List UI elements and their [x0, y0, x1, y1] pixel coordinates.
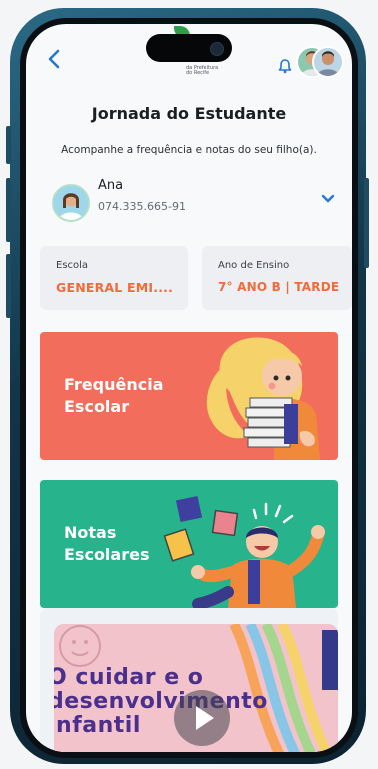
video-card[interactable]: O cuidar e o desenvolvimento infantil [40, 608, 338, 752]
chevron-down-icon[interactable] [320, 190, 336, 206]
grade-value: 7° ANO B | TARDE [218, 280, 340, 294]
student-selector[interactable]: Ana 074.335.665-91 [52, 174, 342, 228]
volume-button [6, 254, 11, 318]
camera-icon [210, 42, 224, 56]
student-name: Ana [98, 178, 124, 193]
student-avatar [52, 184, 90, 222]
attendance-label-line2: Escolar [64, 397, 130, 416]
video-thumbnail[interactable]: O cuidar e o desenvolvimento infantil [54, 624, 338, 752]
volume-button [6, 178, 11, 242]
power-button [364, 178, 369, 268]
avatar [312, 46, 344, 78]
attendance-label: Frequência Escolar [64, 374, 164, 418]
back-arrow-icon[interactable] [44, 48, 66, 70]
school-value: GENERAL EMI.... [56, 280, 174, 295]
grades-tile[interactable]: Notas Escolares [40, 480, 338, 608]
brand-line2: do Recife [186, 70, 210, 76]
grade-label: Ano de Ensino [218, 260, 290, 271]
student-id: 074.335.665-91 [98, 200, 186, 213]
grades-label-line1: Notas [64, 523, 117, 542]
attendance-label-line1: Frequência [64, 375, 164, 394]
brand-text: da Prefeitura do Recife [186, 66, 218, 76]
student-with-books-illustration [206, 337, 320, 460]
dynamic-island [146, 34, 232, 62]
top-bar: da Prefeitura do Recife [26, 24, 352, 88]
bell-icon[interactable] [278, 58, 292, 74]
app-screen: da Prefeitura do Recife Jornada do Estud… [26, 24, 352, 752]
student-cheering-illustration [163, 495, 325, 608]
volume-button [6, 126, 11, 164]
attendance-tile[interactable]: Frequência Escolar [40, 332, 338, 460]
phone-bezel: da Prefeitura do Recife Jornada do Estud… [20, 18, 358, 758]
grade-card: Ano de Ensino 7° ANO B | TARDE [202, 246, 352, 310]
play-icon[interactable] [174, 690, 230, 746]
page-subtitle: Acompanhe a frequência e notas do seu fi… [61, 144, 317, 156]
page-title: Jornada do Estudante [91, 104, 287, 123]
profile-avatar[interactable] [296, 46, 344, 78]
video-title-line1: O cuidar e o [54, 665, 204, 690]
grades-label-line2: Escolares [64, 545, 150, 564]
school-card: Escola GENERAL EMI.... [40, 246, 188, 310]
school-label: Escola [56, 260, 89, 271]
grades-label: Notas Escolares [64, 522, 149, 566]
